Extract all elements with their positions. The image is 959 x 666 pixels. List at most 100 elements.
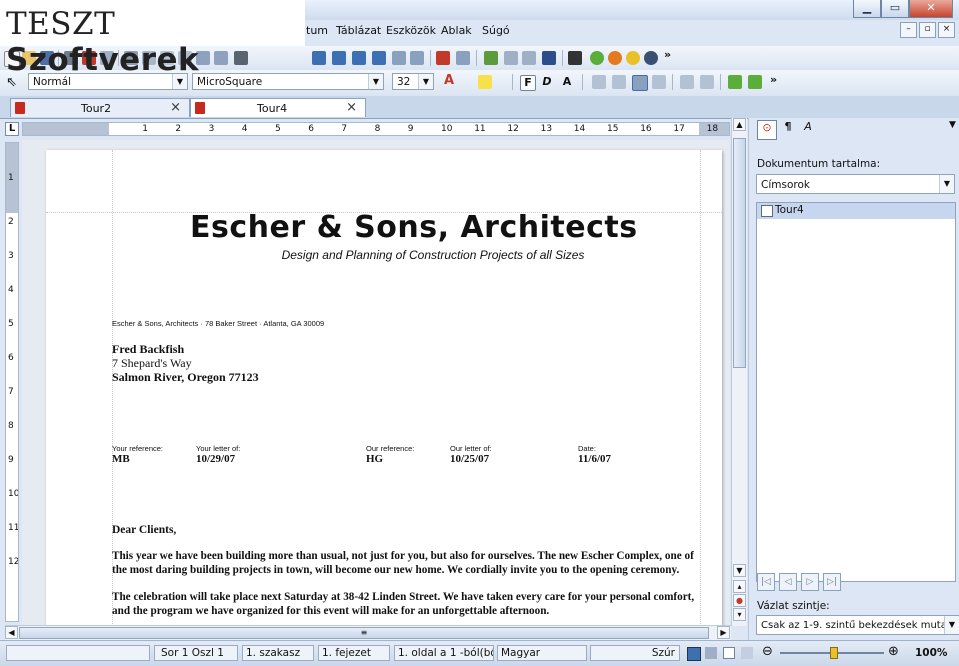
- zoom-level[interactable]: 100%: [915, 647, 947, 659]
- minimize-button[interactable]: ▁: [853, 0, 881, 18]
- text-frame-icon[interactable]: A: [799, 120, 817, 138]
- status-bar: Sor 1 Oszl 1 1. szakasz 1. fejezet 1. ol…: [0, 640, 959, 666]
- content-select[interactable]: Címsorok ▼: [756, 174, 955, 194]
- align-right-icon[interactable]: [652, 75, 666, 89]
- doc-close-button[interactable]: ×: [938, 22, 955, 38]
- highlight-icon[interactable]: [478, 75, 492, 89]
- close-button[interactable]: ✕: [909, 0, 953, 18]
- chevron-down-icon: ▼: [944, 616, 959, 634]
- document-canvas[interactable]: Escher & Sons, Architects Design and Pla…: [22, 140, 730, 626]
- menu-table[interactable]: Táblázat: [336, 24, 381, 37]
- font-color-icon[interactable]: A: [444, 73, 458, 88]
- horizontal-scrollbar[interactable]: ◀ ≡ ▶: [5, 625, 731, 640]
- previous-heading-icon[interactable]: ◁: [779, 573, 797, 591]
- table-icon[interactable]: [504, 51, 518, 65]
- toolbar-more-icon[interactable]: »: [770, 73, 777, 86]
- close-tab-icon[interactable]: ×: [346, 100, 357, 115]
- database-icon[interactable]: [542, 51, 556, 65]
- italic-icon[interactable]: D: [540, 75, 554, 89]
- orange-circle-icon[interactable]: [608, 51, 622, 65]
- vertical-ruler[interactable]: 1 2 3 4 5 6 7 8 9 10 11 12: [5, 142, 19, 622]
- horizontal-ruler[interactable]: 1 2 3 4 5 6 7 8 9 10 11 12 13 14 15 16 17 18: [22, 122, 730, 136]
- status-section[interactable]: 1. szakasz: [242, 645, 314, 661]
- menu-window[interactable]: Ablak: [441, 24, 472, 37]
- align-center-icon[interactable]: [612, 75, 626, 89]
- previous-page-icon[interactable]: ▴: [733, 580, 746, 593]
- font-size-select[interactable]: 32 ▼: [392, 73, 434, 90]
- pilcrow-icon[interactable]: [568, 51, 582, 65]
- next-heading-icon[interactable]: ▷: [801, 573, 819, 591]
- tab-tour2[interactable]: Tour2 ×: [10, 98, 190, 117]
- checkbox-icon[interactable]: [761, 205, 773, 217]
- doc-restore-button[interactable]: ▫: [919, 22, 936, 38]
- menu-tools[interactable]: Eszközök: [386, 24, 436, 37]
- text-frame-icon[interactable]: [436, 51, 450, 65]
- page-view-icon[interactable]: [687, 647, 701, 661]
- status-chapter[interactable]: 1. fejezet: [318, 645, 390, 661]
- document-window-controls: – ▫ ×: [900, 22, 955, 38]
- picture-icon[interactable]: [456, 51, 470, 65]
- align-justify-icon[interactable]: [632, 75, 648, 91]
- web-layout-icon[interactable]: [332, 51, 346, 65]
- tab-tour4[interactable]: Tour4 ×: [190, 98, 366, 117]
- web-view-icon[interactable]: [705, 647, 717, 659]
- bullet-list-icon[interactable]: [700, 75, 714, 89]
- scroll-down-icon[interactable]: ▼: [733, 564, 746, 577]
- next-page-icon[interactable]: ▾: [733, 608, 746, 621]
- outline-level-select[interactable]: Csak az 1-9. szintű bekezdések mutatás ▼: [756, 615, 959, 635]
- status-position[interactable]: Sor 1 Oszl 1: [154, 645, 238, 661]
- zoom-page-icon[interactable]: [410, 51, 424, 65]
- status-insert-mode[interactable]: Szúr: [590, 645, 680, 661]
- align-left-icon[interactable]: [592, 75, 606, 89]
- numbered-list-icon[interactable]: [680, 75, 694, 89]
- tree-item-tour4[interactable]: Tour4: [757, 203, 955, 219]
- scroll-thumb[interactable]: [733, 138, 746, 368]
- toolbar-more-icon[interactable]: »: [664, 48, 671, 61]
- ruler-tick-label: 18: [706, 124, 719, 134]
- ruler-tick-label: 6: [308, 124, 314, 134]
- scroll-up-icon[interactable]: ▲: [733, 118, 746, 131]
- bold-icon[interactable]: F: [520, 75, 536, 91]
- menu-format[interactable]: tum: [306, 24, 328, 37]
- close-tab-icon[interactable]: ×: [170, 100, 181, 115]
- columns-icon[interactable]: [522, 51, 536, 65]
- tab-stop-selector[interactable]: L: [5, 122, 19, 136]
- scroll-thumb[interactable]: ≡: [19, 627, 709, 639]
- zoom-out-icon[interactable]: ⊖: [762, 644, 773, 659]
- master-view-icon[interactable]: [741, 647, 753, 659]
- zoom-slider-thumb[interactable]: [830, 647, 838, 659]
- zoom-icon[interactable]: [392, 51, 406, 65]
- status-page[interactable]: 1. oldal a 1 -ból(ből: [394, 645, 494, 661]
- green-circle-icon[interactable]: [590, 51, 604, 65]
- menu-help[interactable]: Súgó: [482, 24, 510, 37]
- styles-icon[interactable]: ¶: [779, 120, 797, 138]
- dark-circle-icon[interactable]: [644, 51, 658, 65]
- maximize-button[interactable]: ▭: [881, 0, 909, 18]
- increase-indent-icon[interactable]: [748, 75, 762, 89]
- ruler-tick-label: 12: [507, 124, 519, 134]
- first-heading-icon[interactable]: |◁: [757, 573, 775, 591]
- outline-tree[interactable]: Tour4: [756, 202, 956, 582]
- browse-object-icon[interactable]: ●: [733, 594, 746, 607]
- outline-view-icon[interactable]: [723, 647, 735, 659]
- recipient-city: Salmon River, Oregon 77123: [112, 370, 259, 384]
- scroll-right-icon[interactable]: ▶: [717, 626, 730, 639]
- scroll-left-icon[interactable]: ◀: [5, 626, 18, 639]
- font-size-value: 32: [397, 76, 411, 88]
- spellcheck-icon[interactable]: [484, 51, 498, 65]
- master-view-icon[interactable]: [372, 51, 386, 65]
- document-page[interactable]: Escher & Sons, Architects Design and Pla…: [46, 150, 722, 626]
- status-language[interactable]: Magyar: [497, 645, 587, 661]
- vertical-scrollbar[interactable]: ▲ ▼ ▴ ● ▾: [731, 118, 747, 626]
- underline-icon[interactable]: A: [560, 75, 574, 89]
- decrease-indent-icon[interactable]: [728, 75, 742, 89]
- zoom-in-icon[interactable]: ⊕: [888, 644, 899, 659]
- panel-menu-icon[interactable]: ▼: [949, 120, 959, 138]
- compass-icon[interactable]: ⊙: [757, 120, 777, 140]
- doc-minimize-button[interactable]: –: [900, 22, 917, 38]
- outline-view-icon[interactable]: [352, 51, 366, 65]
- tree-item-label: Tour4: [775, 204, 804, 216]
- last-heading-icon[interactable]: ▷|: [823, 573, 841, 591]
- yellow-circle-icon[interactable]: [626, 51, 640, 65]
- page-layout-icon[interactable]: [312, 51, 326, 65]
